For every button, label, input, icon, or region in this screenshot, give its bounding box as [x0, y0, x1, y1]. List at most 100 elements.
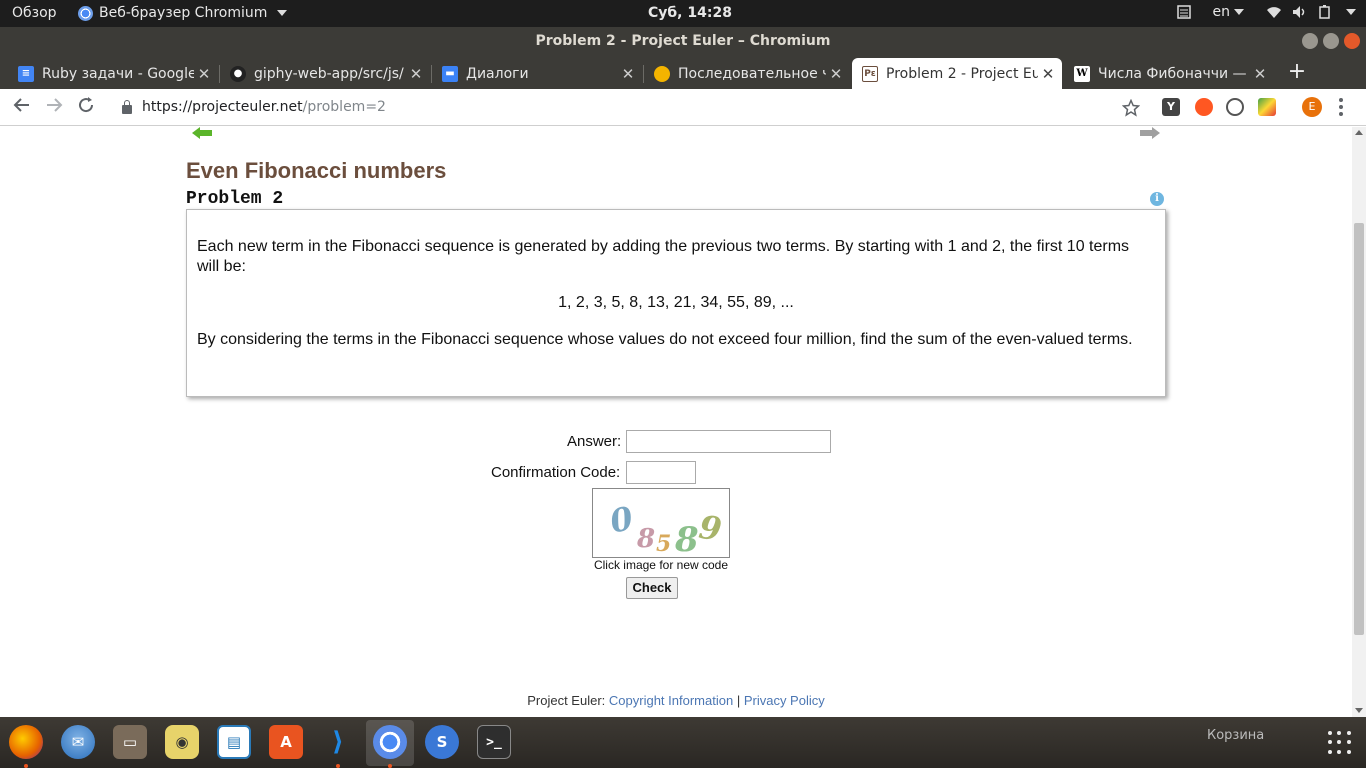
- problem-title: Even Fibonacci numbers: [186, 158, 447, 183]
- address-bar[interactable]: https://projecteuler.net/problem=2: [108, 94, 1148, 120]
- tab-project-euler[interactable]: Pε Problem 2 - Project Eu ✕: [852, 58, 1062, 89]
- maximize-button[interactable]: [1323, 33, 1339, 49]
- privacy-policy-link[interactable]: Privacy Policy: [744, 693, 825, 708]
- tab-close-icon[interactable]: ✕: [1250, 65, 1270, 83]
- github-icon: ●: [230, 65, 246, 82]
- tab-label: Последовательное ч: [678, 65, 826, 82]
- language-label: en: [1212, 4, 1231, 20]
- activities-button[interactable]: Обзор: [12, 5, 57, 21]
- system-tray: en: [1176, 4, 1356, 20]
- vscode-icon[interactable]: ⟩: [321, 725, 355, 759]
- window-titlebar[interactable]: Problem 2 - Project Euler – Chromium: [0, 27, 1366, 55]
- chevron-down-icon: [1234, 9, 1244, 15]
- previous-problem-arrow-icon[interactable]: [192, 127, 212, 139]
- scroll-up-icon[interactable]: [1355, 130, 1363, 135]
- window-title: Problem 2 - Project Euler – Chromium: [535, 33, 831, 49]
- tab-close-icon[interactable]: ✕: [826, 65, 846, 83]
- vertical-scrollbar[interactable]: [1352, 127, 1366, 717]
- forward-button[interactable]: [42, 95, 66, 119]
- tab-label: Диалоги: [466, 65, 529, 82]
- problem-paragraph: By considering the terms in the Fibonacc…: [197, 331, 1133, 348]
- chevron-down-icon: [277, 10, 288, 16]
- thunderbird-icon[interactable]: ✉: [61, 725, 95, 759]
- language-indicator[interactable]: en: [1212, 4, 1244, 20]
- footer-separator: |: [736, 693, 741, 708]
- libreoffice-writer-icon[interactable]: ▤: [217, 725, 251, 759]
- profile-avatar[interactable]: E: [1302, 97, 1322, 117]
- project-euler-icon: Pε: [862, 65, 878, 82]
- terminal-icon[interactable]: >_: [477, 725, 511, 759]
- back-button[interactable]: [10, 95, 34, 119]
- scroll-down-icon[interactable]: [1355, 708, 1363, 713]
- tab-ruby-tasks[interactable]: ≡ Ruby задачи - Google ✕: [8, 58, 218, 89]
- running-indicator: [388, 764, 392, 768]
- wikipedia-icon: W: [1074, 65, 1090, 82]
- show-applications-icon[interactable]: [1328, 731, 1352, 755]
- circle-icon: [654, 65, 670, 82]
- minimize-button[interactable]: [1302, 33, 1318, 49]
- app-menu[interactable]: Веб-браузер Chromium: [78, 5, 288, 21]
- captcha-digit: 9: [697, 508, 724, 549]
- confirmation-code-input[interactable]: [626, 461, 696, 484]
- next-problem-arrow-icon[interactable]: [1140, 127, 1160, 139]
- problem-paragraph: Each new term in the Fibonacci sequence …: [197, 238, 1130, 275]
- tab-close-icon[interactable]: ✕: [618, 65, 638, 83]
- chromium-icon[interactable]: [373, 725, 407, 759]
- info-icon[interactable]: i: [1150, 192, 1164, 206]
- running-indicator: [24, 764, 28, 768]
- close-window-button[interactable]: [1344, 33, 1360, 49]
- software-center-icon[interactable]: A: [269, 725, 303, 759]
- extension-feed-icon[interactable]: [1195, 98, 1213, 116]
- lock-icon[interactable]: [122, 99, 132, 114]
- captcha-digit: 5: [656, 531, 671, 557]
- files-icon[interactable]: ▭: [113, 725, 147, 759]
- tab-close-icon[interactable]: ✕: [194, 65, 214, 83]
- new-tab-button[interactable]: +: [1283, 58, 1311, 86]
- clock[interactable]: Суб, 14:28: [648, 5, 732, 21]
- check-button[interactable]: Check: [626, 577, 678, 599]
- forward-arrow-icon: [47, 98, 63, 112]
- bookmark-star-icon[interactable]: [1122, 99, 1140, 117]
- notes-icon[interactable]: [1176, 5, 1191, 19]
- tab-label: giphy-web-app/src/js/: [254, 65, 404, 82]
- extension-sync-icon[interactable]: [1226, 98, 1244, 116]
- app-menu-label: Веб-браузер Chromium: [99, 5, 268, 21]
- extension-color-icon[interactable]: [1258, 98, 1276, 116]
- simplenote-icon[interactable]: S: [425, 725, 459, 759]
- scrollbar-thumb[interactable]: [1354, 223, 1364, 635]
- tab-close-icon[interactable]: ✕: [1038, 65, 1058, 83]
- tab-dialogs[interactable]: ▬ Диалоги ✕: [432, 58, 642, 89]
- battery-icon: [1319, 5, 1330, 19]
- tab-github[interactable]: ● giphy-web-app/src/js/ ✕: [220, 58, 430, 89]
- answer-input[interactable]: [626, 430, 831, 453]
- tab-label: Числа Фибоначчи —: [1098, 65, 1247, 82]
- problem-number: Problem 2: [186, 189, 284, 209]
- captcha-digit: 8: [674, 520, 699, 557]
- firefox-icon[interactable]: [9, 725, 43, 759]
- captcha-digit: 0: [607, 499, 637, 541]
- volume-icon: [1293, 6, 1305, 18]
- page-content: Even Fibonacci numbers Problem 2 i Each …: [0, 127, 1352, 717]
- reload-button[interactable]: [74, 95, 98, 119]
- url-host: https://projecteuler.net: [142, 99, 303, 115]
- rhythmbox-icon[interactable]: ◉: [165, 725, 199, 759]
- status-menu[interactable]: [1266, 5, 1356, 19]
- tab-sequential[interactable]: Последовательное ч ✕: [644, 58, 850, 89]
- confirmation-code-label: Confirmation Code:: [491, 464, 621, 481]
- menu-kebab-icon[interactable]: [1338, 98, 1344, 116]
- wifi-icon: [1267, 7, 1281, 18]
- trash-label[interactable]: Корзина: [1207, 728, 1264, 743]
- chat-icon: ▬: [442, 65, 458, 82]
- copyright-link[interactable]: Copyright Information: [609, 693, 733, 708]
- captcha-image[interactable]: 0 8 5 8 9: [592, 488, 730, 560]
- extension-y-icon[interactable]: Y: [1162, 98, 1180, 116]
- gnome-top-bar: Обзор Веб-браузер Chromium Суб, 14:28 en: [0, 0, 1366, 27]
- browser-toolbar: https://projecteuler.net/problem=2 Y E: [0, 89, 1366, 126]
- tab-strip: ≡ Ruby задачи - Google ✕ ● giphy-web-app…: [0, 55, 1366, 89]
- reload-icon: [79, 97, 94, 113]
- google-docs-icon: ≡: [18, 65, 34, 82]
- tab-close-icon[interactable]: ✕: [406, 65, 426, 83]
- captcha-caption: Click image for new code: [593, 558, 729, 572]
- back-arrow-icon: [13, 98, 29, 112]
- tab-wikipedia[interactable]: W Числа Фибоначчи — ✕: [1064, 58, 1274, 89]
